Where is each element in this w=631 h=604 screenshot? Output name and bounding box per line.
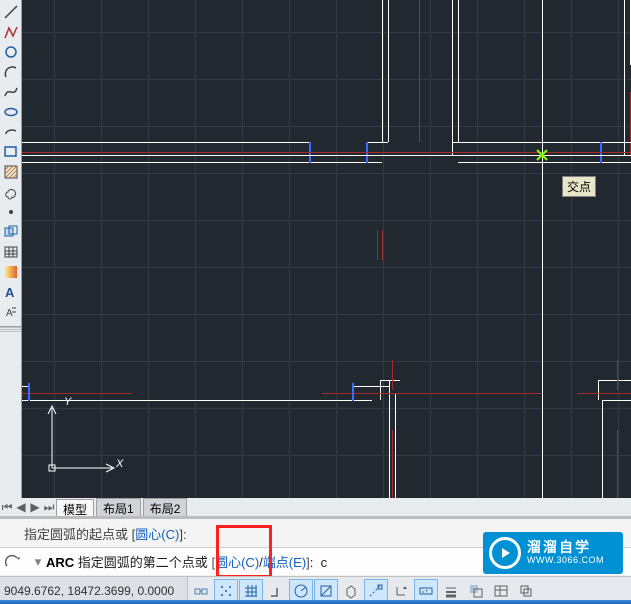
cad-line [598,380,599,400]
layout-tabbar: ⏮ ◀ ▶ ⏭ 模型 布局1 布局2 [0,498,631,516]
cmd-opt-end[interactable]: 端点(E) [263,555,306,570]
cad-line [322,393,542,394]
status-3d-osnap[interactable] [339,579,363,603]
mtext-icon[interactable]: A [2,283,20,301]
cad-line [28,383,30,401]
cad-line [382,230,383,260]
arc-icon[interactable] [2,63,20,81]
cmd-history-text: 指定圆弧的起点或 [24,527,128,542]
cmd-opt-center[interactable]: 圆心(C) [215,555,259,570]
cad-line [602,400,603,498]
cad-line [352,383,354,401]
status-selection-cycling[interactable] [514,579,538,603]
point-icon[interactable] [2,203,20,221]
tab-model[interactable]: 模型 [56,499,94,517]
cad-line [602,400,631,401]
watermark-logo: 溜溜自学 WWW.3066.COM [483,532,623,574]
status-osnap[interactable] [314,579,338,603]
spline-icon[interactable] [2,83,20,101]
cad-line [380,380,381,400]
cmd-history-opt[interactable]: 圆心(C) [135,527,179,542]
snap-tooltip: 交点 [562,176,596,197]
cad-line [452,0,453,155]
toolbar-grip[interactable] [0,326,21,332]
status-grid-display[interactable] [239,579,263,603]
status-dyn-input[interactable]: + [414,579,438,603]
cad-line [617,430,618,498]
taskbar-sliver [0,600,631,604]
rectangle-icon[interactable] [2,143,20,161]
gradient-icon[interactable] [2,263,20,281]
hatch-icon[interactable] [2,163,20,181]
tab-next-icon[interactable]: ▶ [28,499,42,515]
tab-first-icon[interactable]: ⏮ [0,499,14,515]
status-lineweight[interactable] [439,579,463,603]
svg-text:+: + [425,589,429,595]
draw-toolbar: A A [0,0,22,500]
snap-intersection-icon [536,149,548,161]
status-snap-mode[interactable] [214,579,238,603]
cad-line [22,393,132,394]
region-icon[interactable] [2,223,20,241]
status-infer-constraints[interactable] [189,579,213,603]
cad-line [419,0,420,142]
cad-line [392,360,393,390]
ellipse-icon[interactable] [2,103,20,121]
cad-line [22,142,310,143]
cad-line [388,0,389,142]
cad-line [624,0,625,155]
tab-layout1[interactable]: 布局1 [96,498,141,516]
crosshair-v [542,0,543,498]
cad-line [392,430,393,498]
command-expand-icon[interactable]: ▾ [30,554,46,570]
cad-line [617,360,618,390]
cad-line [458,0,459,142]
command-text: ARC 指定圆弧的第二个点或 [圆心(C)/端点(E)]: c [46,552,327,571]
command-input-value[interactable]: c [321,555,328,570]
cad-line [577,393,631,394]
status-quick-props[interactable] [489,579,513,603]
cad-line [352,386,390,387]
circle-icon[interactable] [2,43,20,61]
status-otrack[interactable] [364,579,388,603]
watermark-play-icon [489,537,521,569]
cad-line [598,380,631,381]
cad-line [458,162,631,163]
polyline-icon[interactable] [2,23,20,41]
cad-line [22,162,382,163]
ucs-y-label: Y [64,396,71,408]
svg-text:A: A [6,308,13,319]
cad-line [366,142,388,143]
cad-line [382,0,383,142]
watermark-title: 溜溜自学 [527,540,604,555]
revcloud-icon[interactable] [2,183,20,201]
ellipse-arc-icon[interactable] [2,123,20,141]
ucs-icon: Y X [42,398,122,478]
status-polar[interactable] [289,579,313,603]
watermark-url: WWW.3066.COM [527,556,604,566]
ucs-x-label: X [116,458,123,470]
tab-nav: ⏮ ◀ ▶ ⏭ [0,498,56,516]
cad-line [377,230,378,260]
drawing-canvas[interactable]: 交点 Y X [22,0,631,498]
cad-line [380,380,400,381]
svg-text:A: A [5,285,15,300]
cad-line [395,394,396,498]
tab-last-icon[interactable]: ⏭ [42,499,56,515]
status-ortho[interactable] [264,579,288,603]
tab-prev-icon[interactable]: ◀ [14,499,28,515]
command-prompt-icon [4,552,24,572]
status-ducs[interactable] [389,579,413,603]
status-transparency[interactable] [464,579,488,603]
tab-layout2[interactable]: 布局2 [143,498,188,516]
text-icon[interactable]: A [2,303,20,321]
cad-line [389,380,390,498]
line-icon[interactable] [2,3,20,21]
table-icon[interactable] [2,243,20,261]
